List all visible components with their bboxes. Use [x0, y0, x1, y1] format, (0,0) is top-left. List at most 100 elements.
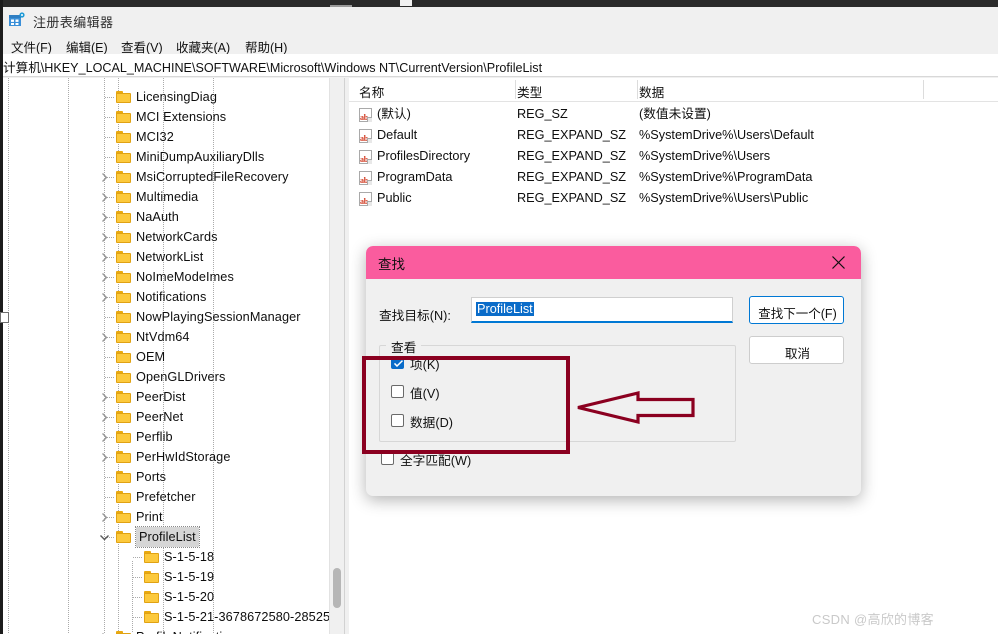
folder-icon [116, 531, 131, 543]
value-data: (数值未设置) [639, 107, 711, 121]
value-data: %SystemDrive%\Users\Public [639, 191, 809, 205]
value-row[interactable]: ab (默认) REG_SZ (数值未设置) [349, 104, 998, 125]
tree-item-noimemodeimes[interactable]: NoImeModeImes [3, 267, 329, 287]
tree-item-perhwidstorage[interactable]: PerHwIdStorage [3, 447, 329, 467]
folder-icon [116, 351, 131, 363]
tree-item-label: Multimedia [136, 190, 199, 204]
tree-item-oem[interactable]: OEM [3, 347, 329, 367]
tree-item-label: MsiCorruptedFileRecovery [136, 170, 289, 184]
tree-item-prefetcher[interactable]: Prefetcher [3, 487, 329, 507]
value-name: Public [377, 191, 412, 205]
tree-item-label: NoImeModeImes [136, 270, 234, 284]
chevron-right-icon[interactable] [99, 292, 110, 303]
value-row[interactable]: ab ProfilesDirectory REG_EXPAND_SZ %SystemD… [349, 146, 998, 167]
tree-item-perflib[interactable]: Perflib [3, 427, 329, 447]
close-icon[interactable] [817, 246, 861, 279]
column-header-name[interactable]: 名称 [359, 82, 384, 101]
tree-item-nowplayingsessionmanager[interactable]: NowPlayingSessionManager [3, 307, 329, 327]
string-value-icon: ab [359, 129, 372, 143]
chevron-right-icon[interactable] [99, 252, 110, 263]
tree-connector [105, 477, 114, 478]
chevron-right-icon[interactable] [99, 172, 110, 183]
tree-item-naauth[interactable]: NaAuth [3, 207, 329, 227]
folder-icon [116, 211, 131, 223]
tree-item-multimedia[interactable]: Multimedia [3, 187, 329, 207]
tree-scrollbar-thumb[interactable] [333, 568, 341, 608]
tree-item-label: PeerDist [136, 390, 186, 404]
tree-item-label: MCI Extensions [136, 110, 227, 124]
value-data: %SystemDrive%\Users\Default [639, 128, 814, 142]
chevron-right-icon[interactable] [99, 512, 110, 523]
value-row[interactable]: ab Default REG_EXPAND_SZ %SystemDrive%\User… [349, 125, 998, 146]
tree-item-opengldrivers[interactable]: OpenGLDrivers [3, 367, 329, 387]
tree-item-networkcards[interactable]: NetworkCards [3, 227, 329, 247]
folder-icon [116, 151, 131, 163]
address-bar[interactable]: 计算机\HKEY_LOCAL_MACHINE\SOFTWARE\Microsof… [3, 54, 998, 77]
tree-item-ntvdm64[interactable]: NtVdm64 [3, 327, 329, 347]
tree-scrollbar[interactable] [329, 78, 344, 634]
column-separator[interactable] [515, 80, 516, 99]
folder-icon [116, 251, 131, 263]
folder-icon [116, 371, 131, 383]
folder-icon [144, 571, 159, 583]
folder-icon [116, 291, 131, 303]
chevron-right-icon[interactable] [99, 332, 110, 343]
chevron-right-icon[interactable] [99, 212, 110, 223]
chevron-right-icon[interactable] [99, 452, 110, 463]
chevron-right-icon[interactable] [99, 272, 110, 283]
find-next-button[interactable]: 查找下一个(F) [749, 296, 844, 324]
tree-item-mci-extensions[interactable]: MCI Extensions [3, 107, 329, 127]
tree-item-ports[interactable]: Ports [3, 467, 329, 487]
folder-icon [116, 451, 131, 463]
tree-connector [105, 497, 114, 498]
tree-item-notifications[interactable]: Notifications [3, 287, 329, 307]
tree-item-licensingdiag[interactable]: LicensingDiag [3, 87, 329, 107]
tree-item-s-1-5-18[interactable]: S-1-5-18 [3, 547, 329, 567]
find-target-value: ProfileList [476, 302, 534, 316]
tree-item-peernet[interactable]: PeerNet [3, 407, 329, 427]
tree-item-print[interactable]: Print [3, 507, 329, 527]
chevron-right-icon[interactable] [99, 432, 110, 443]
chevron-right-icon[interactable] [99, 192, 110, 203]
checkbox-data-box[interactable] [391, 414, 404, 427]
value-row[interactable]: ab ProgramData REG_EXPAND_SZ %SystemDrive%\… [349, 167, 998, 188]
top-bar-nub [400, 0, 412, 6]
value-row[interactable]: ab Public REG_EXPAND_SZ %SystemDrive%\Users… [349, 188, 998, 209]
find-dialog-title-bar: 查找 [366, 246, 861, 279]
checkbox-values-box[interactable] [391, 385, 404, 398]
find-dialog: 查找 查找目标(N): ProfileList 查找下一个(F) 取消 查看 项… [366, 246, 861, 496]
value-data: %SystemDrive%\Users [639, 149, 771, 163]
value-name: (默认) [377, 107, 411, 121]
folder-icon [116, 471, 131, 483]
tree-item-label: Perflib [136, 430, 173, 444]
tree-item-profilelist[interactable]: ProfileList [3, 526, 329, 548]
chevron-right-icon[interactable] [99, 412, 110, 423]
column-header-type[interactable]: 类型 [517, 82, 542, 101]
tree-item-networklist[interactable]: NetworkList [3, 247, 329, 267]
folder-icon [116, 331, 131, 343]
column-header-data[interactable]: 数据 [639, 82, 664, 101]
tree-item-profilenotification[interactable]: ProfileNotification [3, 627, 329, 634]
tree-item-mci32[interactable]: MCI32 [3, 127, 329, 147]
window-title: 注册表编辑器 [33, 15, 114, 30]
tree-item-minidumpauxiliarydlls[interactable]: MiniDumpAuxiliaryDlls [3, 147, 329, 167]
tree-item-msicorruptedfilerecovery[interactable]: MsiCorruptedFileRecovery [3, 167, 329, 187]
chevron-right-icon[interactable] [99, 232, 110, 243]
tree-item-label: Ports [136, 470, 167, 484]
column-separator[interactable] [637, 80, 638, 99]
cancel-button[interactable]: 取消 [749, 336, 844, 364]
tree-item-s-1-5-20[interactable]: S-1-5-20 [3, 587, 329, 607]
chevron-down-icon[interactable] [99, 532, 110, 543]
folder-icon [116, 231, 131, 243]
checkbox-keys-box[interactable] [391, 356, 404, 369]
tree-item-label: LicensingDiag [136, 90, 217, 104]
column-separator[interactable] [923, 80, 924, 99]
tree-item-s-1-5-21-3678672580-2852545[interactable]: S-1-5-21-3678672580-2852545 [3, 607, 344, 627]
checkbox-whole-word-box[interactable] [381, 452, 394, 465]
chevron-right-icon[interactable] [99, 392, 110, 403]
find-target-input[interactable]: ProfileList [471, 297, 733, 323]
tree-item-peerdist[interactable]: PeerDist [3, 387, 329, 407]
tree-item-s-1-5-19[interactable]: S-1-5-19 [3, 567, 329, 587]
folder-icon [116, 431, 131, 443]
folder-icon [116, 311, 131, 323]
